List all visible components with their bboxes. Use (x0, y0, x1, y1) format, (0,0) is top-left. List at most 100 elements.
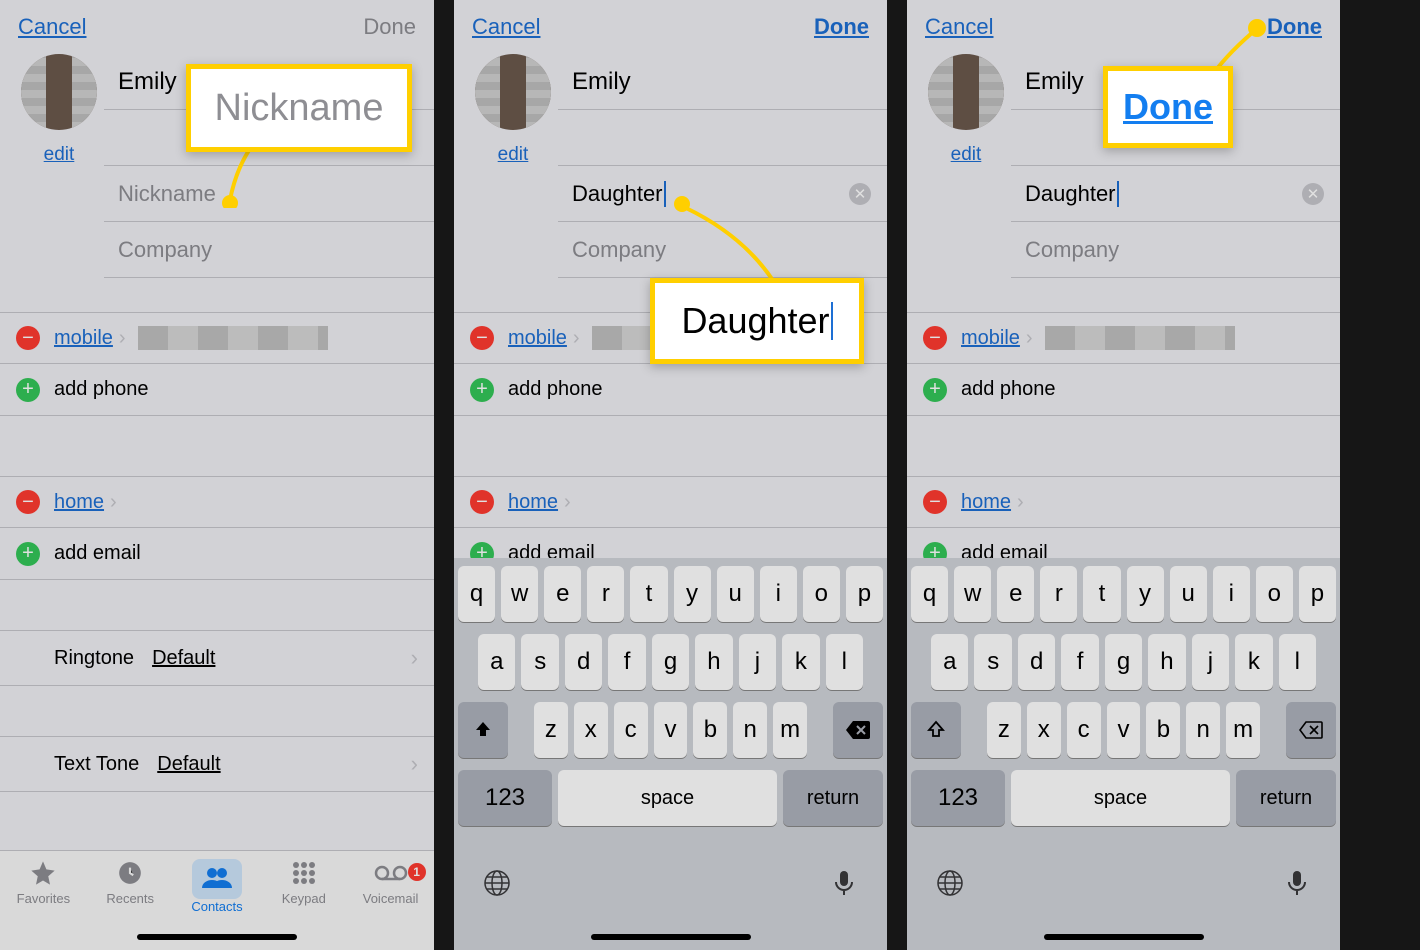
key-t[interactable]: t (630, 566, 667, 622)
tab-recents[interactable]: Recents (89, 859, 171, 906)
done-button[interactable]: Done (814, 14, 869, 40)
key-k[interactable]: k (1235, 634, 1272, 690)
tab-favorites[interactable]: Favorites (2, 859, 84, 906)
globe-icon[interactable] (482, 868, 512, 903)
email-home-row[interactable]: − home › (454, 476, 887, 528)
email-label-link[interactable]: home (54, 491, 104, 514)
avatar[interactable] (928, 54, 1004, 130)
shift-key[interactable] (458, 702, 508, 758)
key-p[interactable]: p (1299, 566, 1336, 622)
edit-photo-button[interactable]: edit (498, 144, 529, 166)
company-field[interactable]: Company (1011, 222, 1340, 278)
key-x[interactable]: x (574, 702, 608, 758)
first-name-field[interactable]: Emily (558, 54, 887, 110)
key-m[interactable]: m (1226, 702, 1260, 758)
ringtone-row[interactable]: Ringtone Default › (0, 630, 434, 686)
key-v[interactable]: v (1107, 702, 1141, 758)
edit-photo-button[interactable]: edit (44, 144, 75, 166)
key-t[interactable]: t (1083, 566, 1120, 622)
phone-label-link[interactable]: mobile (508, 327, 567, 350)
return-key[interactable]: return (1236, 770, 1336, 826)
phone-mobile-row[interactable]: − mobile › (907, 312, 1340, 364)
clear-icon[interactable]: ✕ (1302, 183, 1324, 205)
add-icon[interactable]: + (923, 378, 947, 402)
key-s[interactable]: s (974, 634, 1011, 690)
last-name-field[interactable]: . (558, 110, 887, 166)
cancel-button[interactable]: Cancel (18, 14, 86, 40)
phone-mobile-row[interactable]: − mobile › (0, 312, 434, 364)
key-m[interactable]: m (773, 702, 807, 758)
phone-label-link[interactable]: mobile (961, 327, 1020, 350)
key-h[interactable]: h (695, 634, 732, 690)
key-l[interactable]: l (826, 634, 863, 690)
key-w[interactable]: w (501, 566, 538, 622)
key-w[interactable]: w (954, 566, 991, 622)
key-x[interactable]: x (1027, 702, 1061, 758)
cancel-button[interactable]: Cancel (472, 14, 540, 40)
email-label-link[interactable]: home (961, 491, 1011, 514)
remove-icon[interactable]: − (470, 326, 494, 350)
remove-icon[interactable]: − (923, 326, 947, 350)
add-icon[interactable]: + (16, 378, 40, 402)
key-l[interactable]: l (1279, 634, 1316, 690)
add-phone-row[interactable]: + add phone (0, 364, 434, 416)
clear-icon[interactable]: ✕ (849, 183, 871, 205)
key-f[interactable]: f (1061, 634, 1098, 690)
key-c[interactable]: c (614, 702, 648, 758)
avatar[interactable] (21, 54, 97, 130)
home-indicator[interactable] (137, 934, 297, 940)
nickname-field[interactable]: Daughter ✕ (1011, 166, 1340, 222)
key-d[interactable]: d (1018, 634, 1055, 690)
key-i[interactable]: i (760, 566, 797, 622)
done-button[interactable]: Done (1267, 14, 1322, 40)
key-n[interactable]: n (1186, 702, 1220, 758)
add-phone-row[interactable]: + add phone (454, 364, 887, 416)
key-g[interactable]: g (652, 634, 689, 690)
mic-icon[interactable] (1282, 868, 1312, 903)
numbers-key[interactable]: 123 (911, 770, 1005, 826)
cancel-button[interactable]: Cancel (925, 14, 993, 40)
home-indicator[interactable] (1044, 934, 1204, 940)
key-o[interactable]: o (1256, 566, 1293, 622)
texttone-row[interactable]: Text Tone Default › (0, 736, 434, 792)
remove-icon[interactable]: − (923, 490, 947, 514)
mic-icon[interactable] (829, 868, 859, 903)
space-key[interactable]: space (1011, 770, 1230, 826)
globe-icon[interactable] (935, 868, 965, 903)
key-p[interactable]: p (846, 566, 883, 622)
avatar[interactable] (475, 54, 551, 130)
key-k[interactable]: k (782, 634, 819, 690)
email-label-link[interactable]: home (508, 491, 558, 514)
key-c[interactable]: c (1067, 702, 1101, 758)
key-e[interactable]: e (997, 566, 1034, 622)
home-indicator[interactable] (591, 934, 751, 940)
key-a[interactable]: a (478, 634, 515, 690)
add-icon[interactable]: + (470, 378, 494, 402)
key-d[interactable]: d (565, 634, 602, 690)
return-key[interactable]: return (783, 770, 883, 826)
add-icon[interactable]: + (16, 542, 40, 566)
add-email-row[interactable]: + add email (0, 528, 434, 580)
backspace-key[interactable] (833, 702, 883, 758)
key-j[interactable]: j (1192, 634, 1229, 690)
key-g[interactable]: g (1105, 634, 1142, 690)
numbers-key[interactable]: 123 (458, 770, 552, 826)
key-j[interactable]: j (739, 634, 776, 690)
key-b[interactable]: b (693, 702, 727, 758)
email-home-row[interactable]: − home › (907, 476, 1340, 528)
nickname-field[interactable]: Nickname (104, 166, 434, 222)
email-home-row[interactable]: − home › (0, 476, 434, 528)
tab-contacts[interactable]: Contacts (176, 859, 258, 914)
key-e[interactable]: e (544, 566, 581, 622)
key-f[interactable]: f (608, 634, 645, 690)
key-h[interactable]: h (1148, 634, 1185, 690)
key-q[interactable]: q (458, 566, 495, 622)
key-i[interactable]: i (1213, 566, 1250, 622)
backspace-key[interactable] (1286, 702, 1336, 758)
key-n[interactable]: n (733, 702, 767, 758)
key-o[interactable]: o (803, 566, 840, 622)
key-y[interactable]: y (674, 566, 711, 622)
key-y[interactable]: y (1127, 566, 1164, 622)
tab-voicemail[interactable]: Voicemail 1 (350, 859, 432, 906)
key-s[interactable]: s (521, 634, 558, 690)
